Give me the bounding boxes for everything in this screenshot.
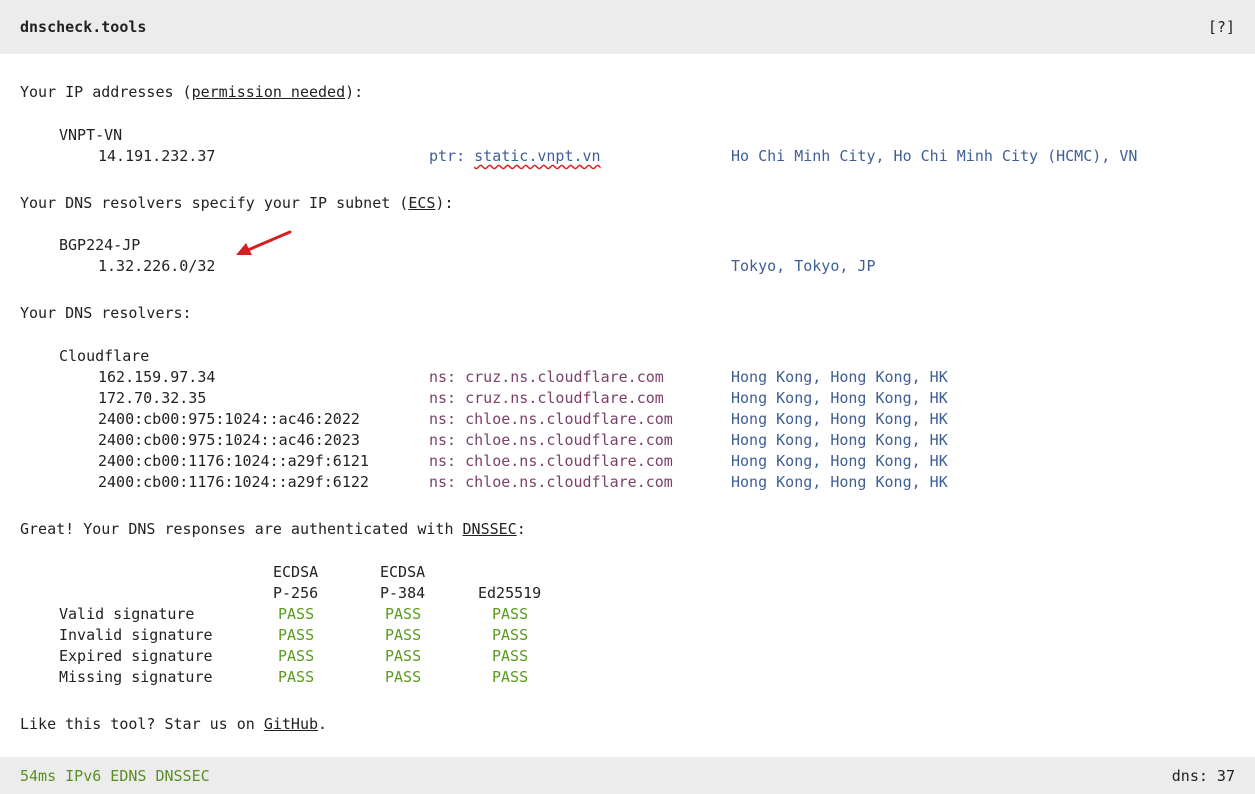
ip-heading: Your IP addresses (permission needed): bbox=[20, 83, 364, 101]
resolver-ip: 162.159.97.34 bbox=[98, 368, 216, 386]
resolver-ns: ns: cruz.ns.cloudflare.com bbox=[429, 368, 664, 386]
resolver-location: Hong Kong, Hong Kong, HK bbox=[731, 410, 948, 428]
dnssec-result: PASS bbox=[492, 668, 529, 686]
resolver-ip: 2400:cb00:1176:1024::a29f:6121 bbox=[98, 452, 369, 470]
resolver-ns: ns: chloe.ns.cloudflare.com bbox=[429, 431, 673, 449]
resolvers-heading: Your DNS resolvers: bbox=[20, 304, 192, 322]
resolver-location: Hong Kong, Hong Kong, HK bbox=[731, 473, 948, 491]
resolver-ns: ns: chloe.ns.cloudflare.com bbox=[429, 410, 673, 428]
dnssec-row-label: Expired signature bbox=[59, 647, 213, 665]
resolver-location: Hong Kong, Hong Kong, HK bbox=[731, 368, 948, 386]
dnssec-heading: Great! Your DNS responses are authentica… bbox=[20, 520, 526, 538]
dnssec-row-label: Missing signature bbox=[59, 668, 213, 686]
dnssec-result: PASS bbox=[385, 668, 422, 686]
dnssec-result: PASS bbox=[385, 647, 422, 665]
resolver-ns: ns: chloe.ns.cloudflare.com bbox=[429, 473, 673, 491]
dnssec-result: PASS bbox=[278, 605, 315, 623]
dnssec-column-header: Ed25519 bbox=[478, 584, 542, 602]
github-link[interactable]: GitHub bbox=[264, 715, 318, 733]
resolver-location: Hong Kong, Hong Kong, HK bbox=[731, 389, 948, 407]
status-line: 54ms IPv6 EDNS DNSSEC bbox=[20, 767, 210, 785]
dnssec-result: PASS bbox=[278, 647, 315, 665]
ecs-heading: Your DNS resolvers specify your IP subne… bbox=[20, 194, 454, 212]
resolver-provider: Cloudflare bbox=[59, 347, 150, 365]
dnssec-result: PASS bbox=[385, 626, 422, 644]
dnssec-column-header: ECDSA bbox=[273, 563, 319, 581]
dnssec-result: PASS bbox=[492, 605, 529, 623]
ip-location: Ho Chi Minh City, Ho Chi Minh City (HCMC… bbox=[731, 147, 1138, 165]
resolver-location: Hong Kong, Hong Kong, HK bbox=[731, 452, 948, 470]
dnssec-link[interactable]: DNSSEC bbox=[463, 520, 517, 538]
top-bar: dnscheck.tools [?] bbox=[0, 0, 1255, 54]
ecs-location: Tokyo, Tokyo, JP bbox=[731, 257, 876, 275]
red-arrow-icon bbox=[236, 230, 292, 255]
resolver-ip: 172.70.32.35 bbox=[98, 389, 207, 407]
ecs-subnet: 1.32.226.0/32 bbox=[98, 257, 216, 275]
site-title[interactable]: dnscheck.tools bbox=[20, 18, 146, 36]
ecs-link[interactable]: ECS bbox=[408, 194, 435, 212]
resolver-ip: 2400:cb00:975:1024::ac46:2023 bbox=[98, 431, 360, 449]
dns-count: dns: 37 bbox=[1171, 767, 1235, 785]
ecs-provider: BGP224-JP bbox=[59, 236, 141, 254]
ptr-record: ptr: static.vnpt.vn bbox=[429, 147, 601, 165]
help-link[interactable]: [?] bbox=[1208, 18, 1235, 36]
dnssec-column-header: P-384 bbox=[380, 584, 426, 602]
ip-provider: VNPT-VN bbox=[59, 126, 123, 144]
dnssec-column-header: ECDSA bbox=[380, 563, 426, 581]
dnssec-result: PASS bbox=[385, 605, 422, 623]
dnssec-result: PASS bbox=[492, 626, 529, 644]
resolver-ns: ns: chloe.ns.cloudflare.com bbox=[429, 452, 673, 470]
resolver-location: Hong Kong, Hong Kong, HK bbox=[731, 431, 948, 449]
resolver-ns: ns: cruz.ns.cloudflare.com bbox=[429, 389, 664, 407]
dnssec-column-header: P-256 bbox=[273, 584, 319, 602]
dnssec-row-label: Invalid signature bbox=[59, 626, 213, 644]
github-note: Like this tool? Star us on GitHub. bbox=[20, 715, 328, 733]
resolver-ip: 2400:cb00:975:1024::ac46:2022 bbox=[98, 410, 360, 428]
dnssec-result: PASS bbox=[492, 647, 529, 665]
ip-address: 14.191.232.37 bbox=[98, 147, 216, 165]
bottom-bar: 54ms IPv6 EDNS DNSSEC dns: 37 bbox=[0, 757, 1255, 794]
dnssec-result: PASS bbox=[278, 626, 315, 644]
dnssec-row-label: Valid signature bbox=[59, 605, 195, 623]
permission-needed-link[interactable]: permission needed bbox=[192, 83, 346, 101]
ptr-hostname: static.vnpt.vn bbox=[474, 147, 601, 165]
resolver-ip: 2400:cb00:1176:1024::a29f:6122 bbox=[98, 473, 369, 491]
dnssec-result: PASS bbox=[278, 668, 315, 686]
